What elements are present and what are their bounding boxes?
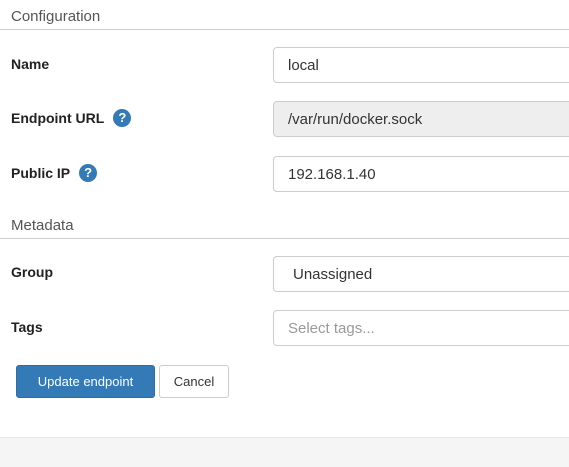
help-icon[interactable]: ? (79, 164, 98, 182)
endpoint-url-label: Endpoint URL ? (11, 109, 132, 127)
endpoint-url-input: /var/run/docker.sock (273, 101, 569, 137)
endpoint-url-label-text: Endpoint URL (11, 110, 105, 126)
cancel-button[interactable]: Cancel (159, 365, 229, 398)
public-ip-label-text: Public IP (11, 165, 71, 181)
group-select[interactable]: Unassigned (273, 256, 569, 292)
configuration-divider (0, 29, 569, 30)
tags-label: Tags (11, 319, 43, 335)
footer-bar (0, 437, 569, 467)
name-input[interactable]: local (273, 47, 569, 83)
metadata-title: Metadata (11, 217, 74, 234)
update-endpoint-button[interactable]: Update endpoint (16, 365, 155, 398)
help-icon[interactable]: ? (113, 109, 132, 127)
configuration-title: Configuration (11, 8, 101, 25)
public-ip-label: Public IP ? (11, 164, 98, 182)
tags-input[interactable]: Select tags... (273, 310, 569, 346)
public-ip-input[interactable]: 192.168.1.40 (273, 156, 569, 192)
group-label: Group (11, 264, 53, 280)
metadata-divider (0, 238, 569, 239)
name-label: Name (11, 56, 50, 72)
